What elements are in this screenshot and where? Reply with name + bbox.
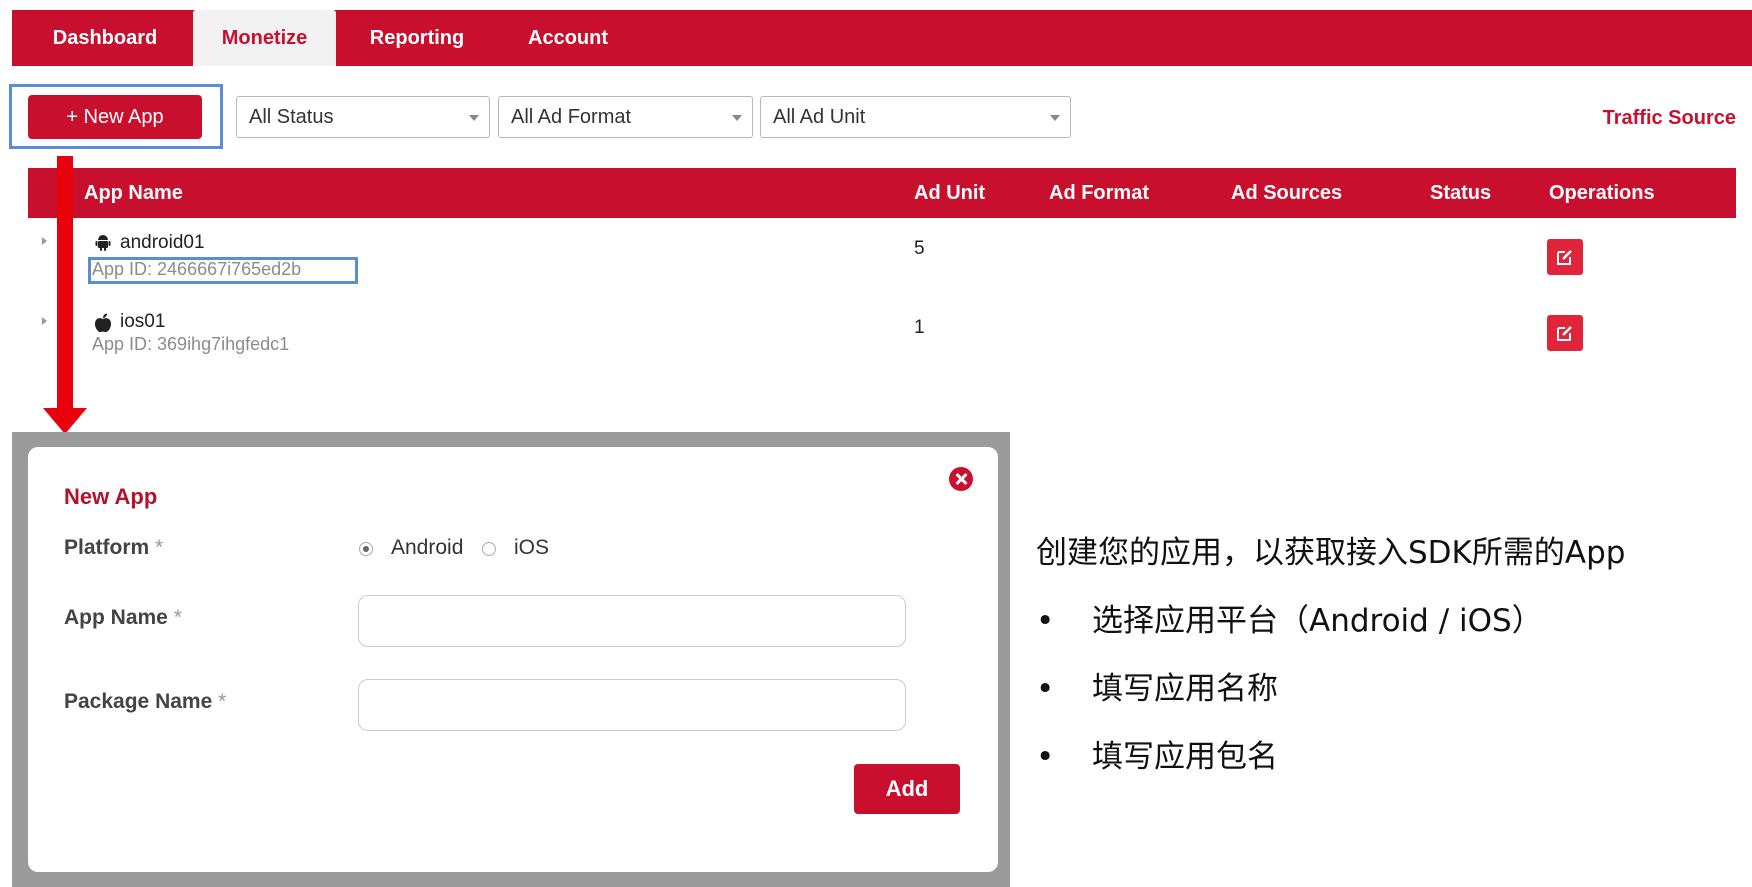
instruction-bullet: • 填写应用名称 [1036,663,1278,708]
new-app-button[interactable]: + New App [28,95,202,139]
tab-dashboard[interactable]: Dashboard [30,10,180,66]
col-status[interactable]: Status [1430,168,1491,218]
new-app-modal [28,447,998,872]
app-name-label: App Name * [64,606,182,630]
status-select[interactable]: All Status [236,96,490,138]
edit-button[interactable] [1547,239,1583,275]
edit-icon [1557,250,1572,265]
bullet-text: 填写应用名称 [1092,671,1278,707]
bullet-text: 填写应用包名 [1092,739,1278,775]
package-name-label: Package Name * [64,690,226,714]
status-select-value: All Status [249,106,334,128]
ad-unit-count: 5 [914,238,925,259]
radio-android[interactable] [359,542,373,556]
package-name-label-text: Package Name [64,690,213,713]
tab-monetize[interactable]: Monetize [193,10,336,66]
arrow-shaft [57,156,73,412]
apple-icon [95,313,111,333]
required-mark: * [155,536,164,559]
col-ad-format[interactable]: Ad Format [1049,168,1149,218]
tab-account[interactable]: Account [508,10,628,66]
col-ad-unit[interactable]: Ad Unit [914,168,985,218]
col-operations: Operations [1549,182,1655,204]
edit-button[interactable] [1547,315,1583,351]
android-icon [95,235,111,251]
modal-title: New App [64,484,158,509]
radio-ios-label[interactable]: iOS [514,536,549,560]
package-name-input[interactable] [358,679,906,731]
app-name-input[interactable] [358,595,906,647]
app-name[interactable]: android01 [120,232,205,254]
expand-icon[interactable] [42,317,47,325]
ad-format-select-value: All Ad Format [511,106,632,128]
top-nav: Dashboard Monetize Reporting Account [12,10,1752,66]
ad-unit-select[interactable]: All Ad Unit [760,96,1071,138]
tab-reporting[interactable]: Reporting [352,10,482,66]
chevron-down-icon [469,115,479,121]
bullet-mark: • [1036,671,1055,707]
bullet-mark: • [1036,739,1055,775]
chevron-down-icon [732,115,742,121]
app-id: App ID: 2466667i765ed2b [92,259,302,279]
ad-unit-select-value: All Ad Unit [773,106,866,128]
instruction-bullet: • 选择应用平台（Android / iOS） [1036,595,1543,640]
chevron-down-icon [1050,115,1060,121]
table-header: App Name Ad Unit Ad Format Ad Sources St… [28,168,1736,218]
expand-icon[interactable] [42,237,47,245]
app-id: App ID: 369ihg7ihgfedc1 [92,334,290,354]
ad-unit-count: 1 [914,317,925,338]
edit-icon [1557,326,1572,341]
app-name-label-text: App Name [64,606,168,629]
bullet-text: 选择应用平台（Android / iOS） [1092,603,1543,639]
required-mark: * [173,606,182,629]
instruction-title: 创建您的应用，以获取接入SDK所需的App [1036,535,1626,571]
radio-android-label[interactable]: Android [391,536,463,560]
add-button[interactable]: Add [854,764,960,814]
instruction-bullet: • 填写应用包名 [1036,731,1278,776]
traffic-source-link[interactable]: Traffic Source [1603,107,1736,130]
arrow-down-icon [43,408,87,434]
platform-label: Platform * [64,536,163,560]
radio-ios[interactable] [482,542,496,556]
ad-format-select[interactable]: All Ad Format [498,96,753,138]
bullet-mark: • [1036,603,1055,639]
platform-label-text: Platform [64,536,150,559]
col-ad-sources[interactable]: Ad Sources [1231,168,1342,218]
col-app-name[interactable]: App Name [84,168,183,218]
close-icon[interactable] [949,467,973,491]
app-name[interactable]: ios01 [120,311,165,333]
required-mark: * [218,690,227,713]
